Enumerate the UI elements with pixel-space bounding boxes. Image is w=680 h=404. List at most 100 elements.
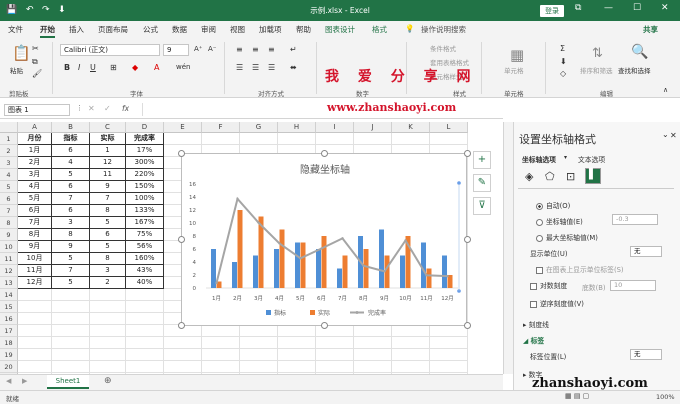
table-cell[interactable]: 7 <box>52 265 90 277</box>
resize-handle[interactable] <box>178 236 185 243</box>
row-header[interactable]: 8 <box>0 217 18 229</box>
cell[interactable] <box>354 337 392 349</box>
cell[interactable] <box>240 361 278 373</box>
cell[interactable] <box>126 325 164 337</box>
pane-close-icon[interactable]: ✕ <box>670 131 677 140</box>
resize-handle[interactable] <box>464 322 471 329</box>
reverse-order-check[interactable]: 逆序刻度值(V) <box>530 298 584 308</box>
cells-label[interactable]: 单元格 <box>504 65 524 75</box>
cell[interactable] <box>126 349 164 361</box>
chart[interactable]: 隐藏坐标轴 0 2 4 6 8 10 12 14 16 1月 2月 3月 4月 5月 6月 7月 8月 9月 10月 1… <box>181 153 467 326</box>
cell[interactable] <box>52 337 90 349</box>
prev-sheet-icon[interactable]: ◀ <box>6 377 11 385</box>
fill-line-icon[interactable]: ◈ <box>525 170 533 183</box>
table-cell[interactable]: 150% <box>126 181 164 193</box>
cell[interactable] <box>354 133 392 145</box>
chart-filters-button[interactable]: ⊽ <box>473 197 491 215</box>
row-header[interactable]: 11 <box>0 253 18 265</box>
row-header[interactable]: 18 <box>0 337 18 349</box>
paste-icon[interactable]: 📋 <box>12 44 31 62</box>
table-cell[interactable]: 7月 <box>18 217 52 229</box>
pane-dropdown-icon[interactable]: ⌄ <box>662 130 669 139</box>
cell[interactable] <box>18 313 52 325</box>
fill-icon[interactable]: ⬇ <box>560 57 567 66</box>
table-cell[interactable]: 11 <box>90 169 126 181</box>
cell[interactable] <box>430 349 468 361</box>
column-header[interactable]: E <box>164 122 202 133</box>
row-header[interactable]: 15 <box>0 301 18 313</box>
row-header[interactable]: 10 <box>0 241 18 253</box>
cell[interactable] <box>126 289 164 301</box>
clear-icon[interactable]: ◇ <box>560 69 566 78</box>
table-cell[interactable]: 3 <box>52 217 90 229</box>
resize-handle[interactable] <box>464 150 471 157</box>
table-cell[interactable]: 5 <box>90 217 126 229</box>
effects-icon[interactable]: ⬠ <box>545 170 555 183</box>
align-center-icon[interactable]: ☰ <box>252 63 259 72</box>
cell[interactable] <box>90 325 126 337</box>
vertical-scrollbar[interactable] <box>503 122 513 374</box>
base-input[interactable]: 10 <box>610 280 656 291</box>
cell[interactable] <box>126 337 164 349</box>
row-header[interactable]: 12 <box>0 265 18 277</box>
resize-handle[interactable] <box>321 150 328 157</box>
table-cell[interactable]: 1 <box>90 145 126 157</box>
table-cell[interactable]: 3 <box>90 265 126 277</box>
close-button[interactable]: ✕ <box>661 3 669 13</box>
axis-options-tab[interactable]: 坐标轴选项 <box>522 154 556 164</box>
table-cell[interactable]: 月份 <box>18 133 52 145</box>
cell[interactable] <box>18 337 52 349</box>
tab-file[interactable]: 文件 <box>8 24 23 35</box>
more-icon[interactable]: ⋮ <box>76 104 83 112</box>
tab-help[interactable]: 帮助 <box>296 24 311 35</box>
chart-styles-button[interactable]: ✎ <box>473 174 491 192</box>
add-sheet-icon[interactable]: ⊕ <box>104 376 112 386</box>
table-cell[interactable]: 167% <box>126 217 164 229</box>
cell[interactable] <box>392 349 430 361</box>
cut-icon[interactable]: ✂ <box>32 44 39 53</box>
phonetic-icon[interactable]: wén <box>176 63 190 71</box>
row-header[interactable]: 7 <box>0 205 18 217</box>
row-header[interactable]: 5 <box>0 181 18 193</box>
tab-page-layout[interactable]: 页面布局 <box>98 24 128 35</box>
align-left-icon[interactable]: ☰ <box>236 63 243 72</box>
cell[interactable] <box>52 361 90 373</box>
cell[interactable] <box>126 361 164 373</box>
cell[interactable] <box>52 313 90 325</box>
table-cell[interactable]: 6 <box>52 181 90 193</box>
cell[interactable] <box>316 133 354 145</box>
cell[interactable] <box>202 337 240 349</box>
table-cell[interactable]: 5 <box>52 169 90 181</box>
row-header[interactable]: 19 <box>0 349 18 361</box>
table-cell[interactable]: 5 <box>52 277 90 289</box>
format-painter-icon[interactable]: 🖌 <box>32 69 42 78</box>
table-cell[interactable]: 133% <box>126 205 164 217</box>
table-cell[interactable]: 实际 <box>90 133 126 145</box>
table-cell[interactable]: 指标 <box>52 133 90 145</box>
row-header[interactable]: 6 <box>0 193 18 205</box>
log-scale-check[interactable]: 对数刻度 <box>530 280 567 290</box>
cell[interactable] <box>278 133 316 145</box>
resize-handle[interactable] <box>178 150 185 157</box>
minimize-button[interactable]: — <box>604 3 613 13</box>
login-button[interactable]: 登录 <box>540 5 564 17</box>
cell[interactable] <box>90 361 126 373</box>
column-header[interactable]: D <box>126 122 164 133</box>
auto-radio[interactable]: 自动(O) <box>536 200 570 210</box>
table-cell[interactable]: 5 <box>90 241 126 253</box>
cell[interactable] <box>202 349 240 361</box>
cell[interactable] <box>392 337 430 349</box>
table-cell[interactable]: 6 <box>90 229 126 241</box>
column-header[interactable]: H <box>278 122 316 133</box>
row-header[interactable]: 20 <box>0 361 18 373</box>
cell[interactable] <box>90 313 126 325</box>
cell[interactable] <box>430 361 468 373</box>
axis-value-input[interactable]: -0.3 <box>612 214 658 225</box>
find-select-icon[interactable]: 🔍 <box>631 44 648 60</box>
bold-icon[interactable]: B <box>64 63 70 72</box>
cell[interactable] <box>392 361 430 373</box>
table-cell[interactable]: 12月 <box>18 277 52 289</box>
cell[interactable] <box>126 301 164 313</box>
tab-home[interactable]: 开始 <box>40 24 55 38</box>
table-cell[interactable]: 8 <box>90 205 126 217</box>
